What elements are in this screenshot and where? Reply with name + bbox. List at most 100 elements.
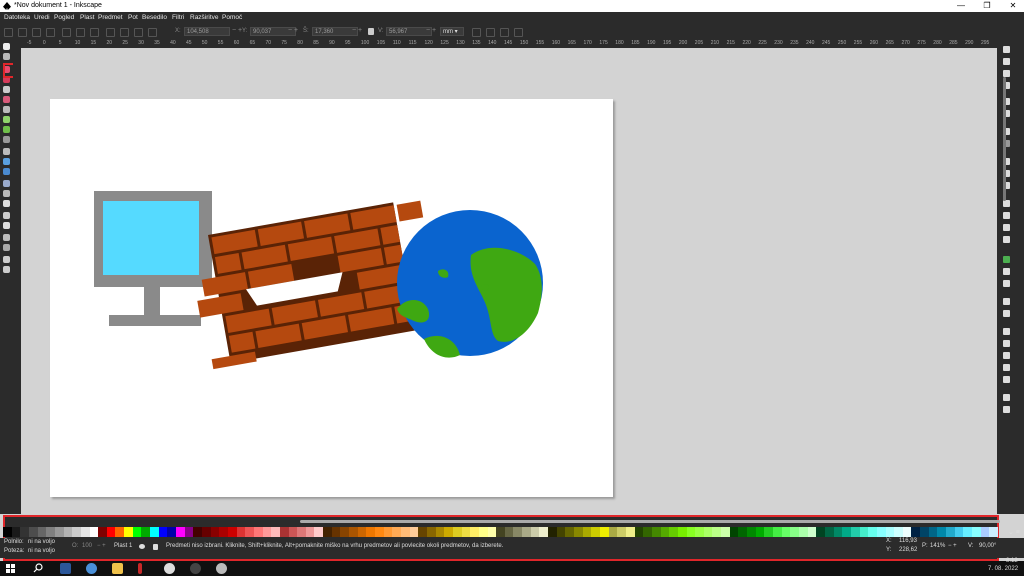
zoom-width-icon[interactable] bbox=[1003, 236, 1010, 243]
select-all-icon[interactable] bbox=[4, 28, 13, 37]
minimize-button[interactable]: — bbox=[954, 1, 968, 11]
pages-tool-icon[interactable] bbox=[3, 266, 10, 273]
menu-view[interactable]: Pogled bbox=[54, 14, 74, 21]
spiral-tool-icon[interactable] bbox=[3, 106, 10, 113]
lock-icon[interactable] bbox=[368, 28, 374, 35]
menu-path[interactable]: Pot bbox=[128, 14, 138, 21]
y-minus-plus[interactable]: − + bbox=[288, 27, 298, 34]
save-icon[interactable] bbox=[1003, 70, 1010, 77]
unlink-clone-icon[interactable] bbox=[1003, 280, 1010, 287]
width-minus-plus[interactable]: − + bbox=[352, 27, 362, 34]
selector-tool-icon[interactable] bbox=[3, 43, 10, 50]
monitor-base[interactable] bbox=[109, 315, 201, 326]
menu-object[interactable]: Predmet bbox=[98, 14, 123, 21]
height-minus-plus[interactable]: − + bbox=[426, 27, 436, 34]
browser-icon[interactable] bbox=[86, 563, 97, 574]
tweak-tool-icon[interactable] bbox=[3, 200, 10, 207]
preferences-icon[interactable] bbox=[1003, 394, 1010, 401]
rotation-field[interactable]: 90,00° bbox=[979, 543, 996, 549]
canvas[interactable] bbox=[21, 48, 997, 514]
dropper-tool-icon[interactable] bbox=[3, 180, 10, 187]
pencil-tool-icon[interactable] bbox=[3, 116, 10, 123]
menu-text[interactable]: Besedilo bbox=[142, 14, 167, 21]
circle-tool-icon[interactable] bbox=[3, 86, 10, 93]
fill-value[interactable]: ni na voljo bbox=[28, 539, 55, 545]
fill-stroke-icon[interactable] bbox=[1003, 328, 1010, 335]
zoom-tool-icon[interactable] bbox=[3, 256, 10, 263]
layer-selector[interactable]: Plast 1 bbox=[114, 543, 132, 549]
zoom-minus-plus[interactable]: − + bbox=[948, 543, 957, 549]
menu-file[interactable]: Datoteka bbox=[4, 14, 30, 21]
menu-filters[interactable]: Filtri bbox=[172, 14, 184, 21]
app-circle-icon[interactable] bbox=[164, 563, 175, 574]
gradient-tool-icon[interactable] bbox=[3, 158, 10, 165]
eraser-tool-icon[interactable] bbox=[3, 222, 10, 229]
scale-stroke-icon[interactable] bbox=[472, 28, 481, 37]
rotate-ccw-icon[interactable] bbox=[46, 28, 55, 37]
paint-bucket-tool-icon[interactable] bbox=[3, 190, 10, 197]
inkscape-task-icon[interactable] bbox=[190, 563, 201, 574]
x-field[interactable]: 104,508 bbox=[184, 27, 230, 36]
menu-extensions[interactable]: Razširitve bbox=[190, 14, 219, 21]
menu-edit[interactable]: Uredi bbox=[34, 14, 50, 21]
zoom-selection-icon[interactable] bbox=[1003, 200, 1010, 207]
globe-drawing[interactable] bbox=[397, 210, 543, 358]
monitor-stand[interactable] bbox=[144, 287, 160, 315]
zoom-drawing-icon[interactable] bbox=[1003, 212, 1010, 219]
group-icon[interactable] bbox=[1003, 298, 1010, 305]
new-document-icon[interactable] bbox=[1003, 46, 1010, 53]
unit-select[interactable]: mm ▾ bbox=[440, 27, 464, 36]
color-swatch[interactable] bbox=[989, 527, 999, 537]
raise-to-top-icon[interactable] bbox=[106, 28, 115, 37]
opacity-minus-plus[interactable]: − + bbox=[97, 543, 106, 549]
rotate-cw-icon[interactable] bbox=[62, 28, 71, 37]
close-button[interactable]: ✕ bbox=[1006, 1, 1020, 11]
word-icon[interactable] bbox=[60, 563, 71, 574]
layers-icon[interactable] bbox=[1003, 352, 1010, 359]
duplicate-icon[interactable] bbox=[1003, 256, 1010, 263]
align-icon[interactable] bbox=[1003, 376, 1010, 383]
app-icon[interactable] bbox=[138, 563, 142, 574]
stroke-value[interactable]: ni na voljo bbox=[28, 548, 55, 554]
document-properties-icon[interactable] bbox=[1003, 406, 1010, 413]
raise-icon[interactable] bbox=[120, 28, 129, 37]
monitor-screen[interactable] bbox=[103, 201, 199, 275]
opacity-field[interactable]: 100 bbox=[82, 543, 92, 549]
mesh-tool-icon[interactable] bbox=[3, 168, 10, 175]
search-icon[interactable] bbox=[33, 563, 43, 573]
monitor-drawing[interactable] bbox=[94, 191, 212, 326]
menu-layer[interactable]: Plast bbox=[80, 14, 94, 21]
lock-layer-icon[interactable] bbox=[153, 544, 158, 550]
flip-horizontal-icon[interactable] bbox=[76, 28, 85, 37]
scale-corners-icon[interactable] bbox=[486, 28, 495, 37]
measure-tool-icon[interactable] bbox=[3, 244, 10, 251]
node-tool-icon[interactable] bbox=[3, 53, 10, 60]
star-tool-icon[interactable] bbox=[3, 96, 10, 103]
color-palette[interactable] bbox=[0, 527, 999, 537]
select-all-layers-icon[interactable] bbox=[18, 28, 27, 37]
lower-to-bottom-icon[interactable] bbox=[148, 28, 157, 37]
spray-tool-icon[interactable] bbox=[3, 212, 10, 219]
zoom-page-icon[interactable] bbox=[1003, 224, 1010, 231]
vertical-scrollbar[interactable] bbox=[1003, 77, 1006, 201]
app-icon-2[interactable] bbox=[216, 563, 227, 574]
connector-tool-icon[interactable] bbox=[3, 234, 10, 241]
eye-icon[interactable] bbox=[139, 544, 145, 549]
text-font-icon[interactable] bbox=[1003, 340, 1010, 347]
zoom-field[interactable]: 141% bbox=[930, 543, 945, 549]
clone-icon[interactable] bbox=[1003, 268, 1010, 275]
flip-vertical-icon[interactable] bbox=[90, 28, 99, 37]
horizontal-scrollbar[interactable] bbox=[300, 520, 1000, 523]
maximize-button[interactable]: ❐ bbox=[980, 1, 994, 11]
file-explorer-icon[interactable] bbox=[112, 563, 123, 574]
page[interactable] bbox=[50, 99, 613, 497]
transform-patterns-icon[interactable] bbox=[514, 28, 523, 37]
text-tool-icon[interactable] bbox=[3, 148, 10, 155]
open-icon[interactable] bbox=[1003, 58, 1010, 65]
lower-icon[interactable] bbox=[134, 28, 143, 37]
palette-menu-icon[interactable]: ⌄ ≡ bbox=[1008, 528, 1020, 536]
pen-tool-icon[interactable] bbox=[3, 126, 10, 133]
deselect-icon[interactable] bbox=[32, 28, 41, 37]
transform-gradients-icon[interactable] bbox=[500, 28, 509, 37]
windows-start-icon[interactable] bbox=[6, 564, 15, 573]
